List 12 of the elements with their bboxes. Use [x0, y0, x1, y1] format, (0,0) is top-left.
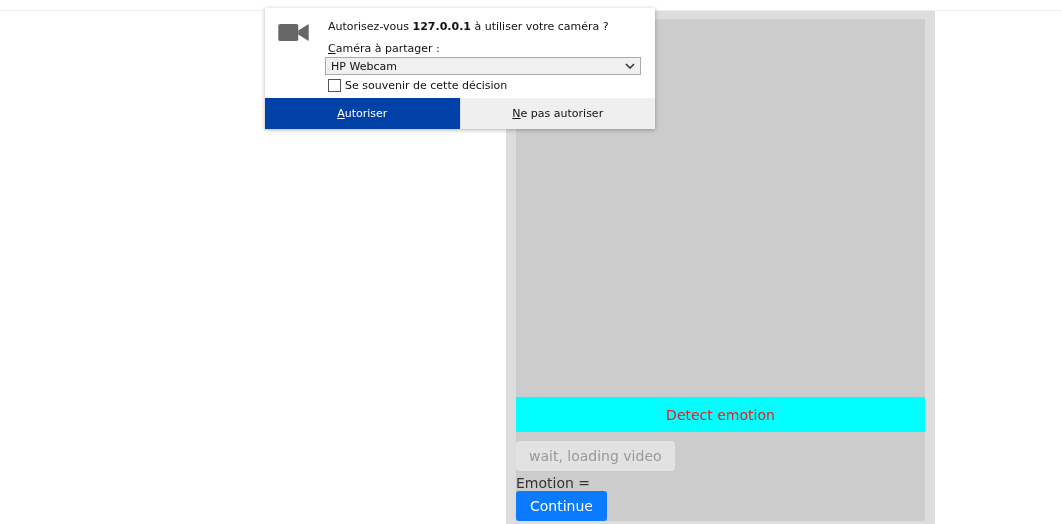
camera-icon	[278, 23, 309, 42]
device-select[interactable]: HP Webcam	[325, 57, 641, 75]
emotion-label: Emotion =	[516, 475, 591, 491]
continue-button[interactable]: Continue	[516, 491, 607, 521]
device-label: Caméra à partager :	[328, 42, 441, 55]
allow-button[interactable]: Autoriser	[265, 98, 460, 129]
remember-label: Se souvenir de cette décision	[345, 79, 508, 92]
detect-emotion-button[interactable]: Detect emotion	[516, 397, 925, 432]
deny-button[interactable]: Ne pas autoriser	[459, 98, 655, 129]
chevron-down-icon	[625, 63, 635, 69]
permission-message: Autorisez-vous 127.0.0.1 à utiliser votre caméra ?	[328, 20, 610, 33]
checkbox[interactable]	[328, 79, 341, 92]
